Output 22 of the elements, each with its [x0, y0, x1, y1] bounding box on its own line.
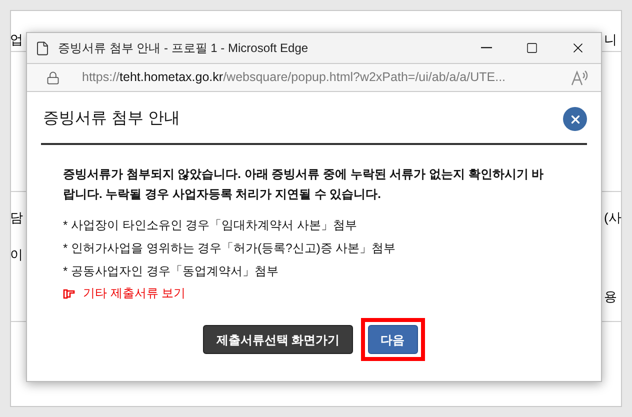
select-documents-button[interactable]: 제출서류선택 화면가기	[203, 325, 353, 354]
read-aloud-icon[interactable]	[571, 70, 589, 86]
lock-icon	[46, 70, 60, 84]
maximize-icon	[526, 42, 538, 54]
close-button[interactable]	[563, 107, 587, 131]
background-text: 용	[604, 288, 617, 306]
background-text: 니	[604, 31, 617, 49]
background-text: 이	[10, 246, 23, 264]
requirement-text: * 사업장이 타인소유인 경우「임대차계약서 사본」첨부	[63, 217, 358, 234]
background-text: 담	[10, 209, 23, 227]
page-icon	[35, 40, 50, 56]
background-text: 업	[10, 31, 23, 49]
documents-link[interactable]: 기타 제출서류 보기	[63, 284, 565, 302]
minimize-icon	[480, 47, 492, 49]
next-button[interactable]: 다음	[368, 325, 418, 354]
dialog-title: 증빙서류 첨부 안내	[43, 109, 180, 129]
requirement-text: * 인허가사업을 영위하는 경우「허가(등록?신고)증 사본」첨부	[63, 240, 397, 257]
requirement-text: * 공동사업자인 경우「동업계약서」첨부	[63, 263, 280, 280]
background-text: (사	[604, 209, 622, 227]
message-text: 증빙서류가 첨부되지 않았습니다. 아래 증빙서류 중에 누락된 서류가 없는지 확인하시기 바랍니다. 누락될 경우 사업자등록 처리가 지연될 수 있습니다.	[63, 166, 545, 203]
window-title: 증빙서류 첨부 안내 - 프로필 1 - Microsoft Edge	[58, 40, 308, 57]
close-icon	[568, 112, 582, 126]
